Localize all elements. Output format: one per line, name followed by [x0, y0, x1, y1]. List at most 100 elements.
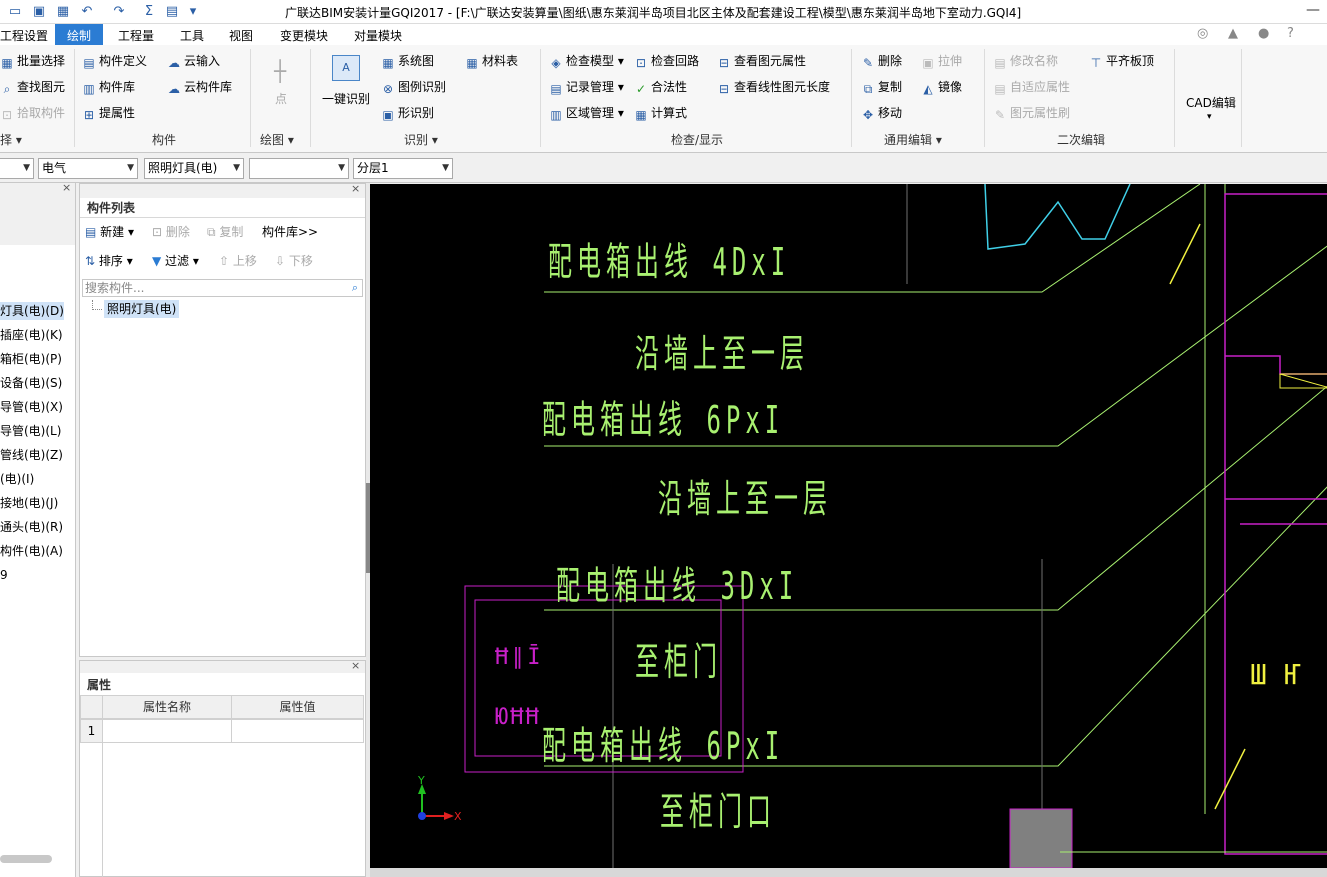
chat-icon[interactable]: ●: [1258, 26, 1269, 41]
new-component-button[interactable]: ▤ 新建 ▾: [85, 223, 134, 241]
check-model-button[interactable]: ◈ 检查模型 ▾: [549, 52, 623, 70]
cad-text-3: 配电箱出线 6PxI: [542, 397, 785, 443]
nav-item[interactable]: 设备(电)(S): [0, 374, 62, 392]
component-search-input[interactable]: 搜索构件... ⌕: [82, 279, 363, 297]
delete-component-button[interactable]: ⊡ 删除: [152, 223, 190, 241]
menu-tools[interactable]: 工具: [180, 27, 204, 44]
minimize-icon[interactable]: —: [1306, 2, 1320, 18]
record-icon: ▤: [550, 82, 562, 96]
save-as-icon[interactable]: ▣: [30, 3, 48, 21]
nav-item[interactable]: 构件(电)(A): [0, 542, 63, 560]
system-chart-icon: ▦: [382, 56, 394, 70]
pick-component-button[interactable]: ⊡ 拾取构件: [0, 104, 65, 122]
view-length-button[interactable]: ⊟ 查看线性图元长度: [717, 78, 830, 96]
cad-text-7: 配电箱出线 6PxI: [542, 723, 785, 769]
copy-component-button[interactable]: ⧉ 复制: [207, 223, 243, 241]
undo-icon[interactable]: ↶: [78, 3, 96, 21]
nav-item[interactable]: 灯具(电)(D): [0, 302, 64, 320]
nav-item[interactable]: (电)(I): [0, 470, 34, 488]
nav-item[interactable]: 9: [0, 566, 8, 584]
move-up-button[interactable]: ⇧ 上移: [219, 252, 257, 270]
delete-button[interactable]: ✎ 删除: [861, 52, 902, 70]
menu-reconcile-module[interactable]: 对量模块: [354, 27, 402, 44]
find-element-button[interactable]: ⌕ 查找图元: [0, 78, 65, 96]
batch-select-button[interactable]: ▦ 批量选择: [0, 52, 65, 70]
menu-project-settings[interactable]: 工程设置: [0, 27, 48, 44]
cloud-library-button[interactable]: ☁ 云构件库: [167, 78, 232, 96]
check-loop-button[interactable]: ⊡ 检查回路: [634, 52, 699, 70]
attr-value-cell[interactable]: [231, 719, 364, 743]
sort-button[interactable]: ⇅ 排序 ▾: [85, 252, 133, 270]
shape-recognize-button[interactable]: ▣ 形识别: [381, 104, 434, 122]
one-click-recognize-button[interactable]: 一键识别: [322, 90, 370, 108]
one-click-recognize-icon[interactable]: A: [332, 55, 360, 81]
cad-magenta-structure: [1225, 355, 1327, 375]
nav-item[interactable]: 导管(电)(L): [0, 422, 61, 440]
redo-icon[interactable]: ↷: [110, 3, 128, 21]
stretch-icon: ▣: [922, 56, 934, 70]
save-icon[interactable]: ▤: [163, 3, 181, 21]
component-library-link[interactable]: 构件库>>: [262, 223, 318, 241]
cad-edit-dropdown-icon[interactable]: ▾: [1207, 108, 1212, 126]
extract-attr-button[interactable]: ⊞ 提属性: [82, 104, 135, 122]
area-mgmt-button[interactable]: ▥ 区域管理 ▾: [549, 104, 624, 122]
user-icon[interactable]: ◎: [1197, 26, 1208, 41]
rename-button[interactable]: ▤ 修改名称: [993, 52, 1058, 70]
adaptive-attr-button[interactable]: ▤ 自适应属性: [993, 78, 1070, 96]
move-button[interactable]: ✥ 移动: [861, 104, 902, 122]
sum-icon[interactable]: Σ: [140, 3, 158, 21]
point-draw-icon[interactable]: ┼: [266, 59, 294, 87]
menu-quantity[interactable]: 工程量: [118, 27, 154, 44]
record-mgmt-button[interactable]: ▤ 记录管理 ▾: [549, 78, 624, 96]
floor-select[interactable]: ▼: [0, 158, 34, 179]
help-icon[interactable]: ?: [1287, 26, 1294, 41]
cloud-input-button[interactable]: ☁ 云输入: [167, 52, 220, 70]
customize-icon[interactable]: ▾: [184, 3, 202, 21]
tree-item-lighting[interactable]: 照明灯具(电): [104, 300, 180, 318]
nav-item[interactable]: 通头(电)(R): [0, 518, 63, 536]
component-define-button[interactable]: ▤ 构件定义: [82, 52, 147, 70]
gqi-icon[interactable]: ▦: [54, 3, 72, 21]
discipline-select[interactable]: 电气 ▼: [38, 158, 138, 179]
view-attr-button[interactable]: ⊟ 查看图元属性: [717, 52, 806, 70]
area-icon: ▥: [550, 108, 562, 122]
cad-gray-block: [1009, 808, 1073, 868]
component-select[interactable]: ▼: [249, 158, 349, 179]
search-icon[interactable]: ⌕: [352, 280, 358, 296]
stretch-button[interactable]: ▣ 拉伸: [921, 52, 962, 70]
open-icon[interactable]: ▭: [6, 3, 24, 21]
nav-item[interactable]: 插座(电)(K): [0, 326, 63, 344]
nav-scrollbar[interactable]: [0, 855, 52, 863]
brush-icon: ✎: [994, 108, 1006, 122]
copy-button[interactable]: ⧉ 复制: [861, 78, 902, 96]
align-slab-top-button[interactable]: ⊤ 平齐板顶: [1089, 52, 1154, 70]
layer-select[interactable]: 分层1 ▼: [353, 158, 453, 179]
nav-item[interactable]: 箱柜(电)(P): [0, 350, 62, 368]
component-library-button[interactable]: ▥ 构件库: [82, 78, 135, 96]
close-icon[interactable]: ×: [351, 182, 360, 195]
menu-view[interactable]: 视图: [229, 27, 253, 44]
attr-brush-button[interactable]: ✎ 图元属性刷: [993, 104, 1070, 122]
filter-button[interactable]: ▼ 过滤 ▾: [152, 252, 199, 270]
filter-icon: ▼: [152, 254, 166, 268]
calc-formula-button[interactable]: ▦ 计算式: [634, 104, 687, 122]
menu-change-module[interactable]: 变更模块: [280, 27, 328, 44]
legality-button[interactable]: ✓ 合法性: [634, 78, 687, 96]
bell-icon[interactable]: ▲: [1228, 26, 1238, 41]
cad-canvas[interactable]: Ħ∥Ī ЮĦĦ Ш Ҥ Y X 配电箱出线 4DxI 沿墙上至一层 配电箱出线 …: [370, 184, 1327, 868]
cad-text-4: 沿墙上至一层: [658, 476, 832, 522]
type-select[interactable]: 照明灯具(电) ▼: [144, 158, 244, 179]
system-chart-button[interactable]: ▦ 系统图: [381, 52, 434, 70]
attr-name-cell[interactable]: [102, 719, 232, 743]
nav-item[interactable]: 导管(电)(X): [0, 398, 63, 416]
close-icon[interactable]: ×: [62, 181, 71, 194]
legend-recognize-button[interactable]: ⊗ 图例识别: [381, 78, 446, 96]
nav-item[interactable]: 接地(电)(J): [0, 494, 58, 512]
move-down-button[interactable]: ⇩ 下移: [275, 252, 313, 270]
menu-draw[interactable]: 绘制: [55, 24, 104, 45]
close-icon[interactable]: ×: [351, 659, 360, 672]
material-table-button[interactable]: ▦ 材料表: [465, 52, 518, 70]
nav-item[interactable]: 管线(电)(Z): [0, 446, 63, 464]
cad-drawing: Ħ∥Ī ЮĦĦ Ш Ҥ Y X: [417, 184, 1327, 868]
mirror-button[interactable]: ◭ 镜像: [921, 78, 962, 96]
